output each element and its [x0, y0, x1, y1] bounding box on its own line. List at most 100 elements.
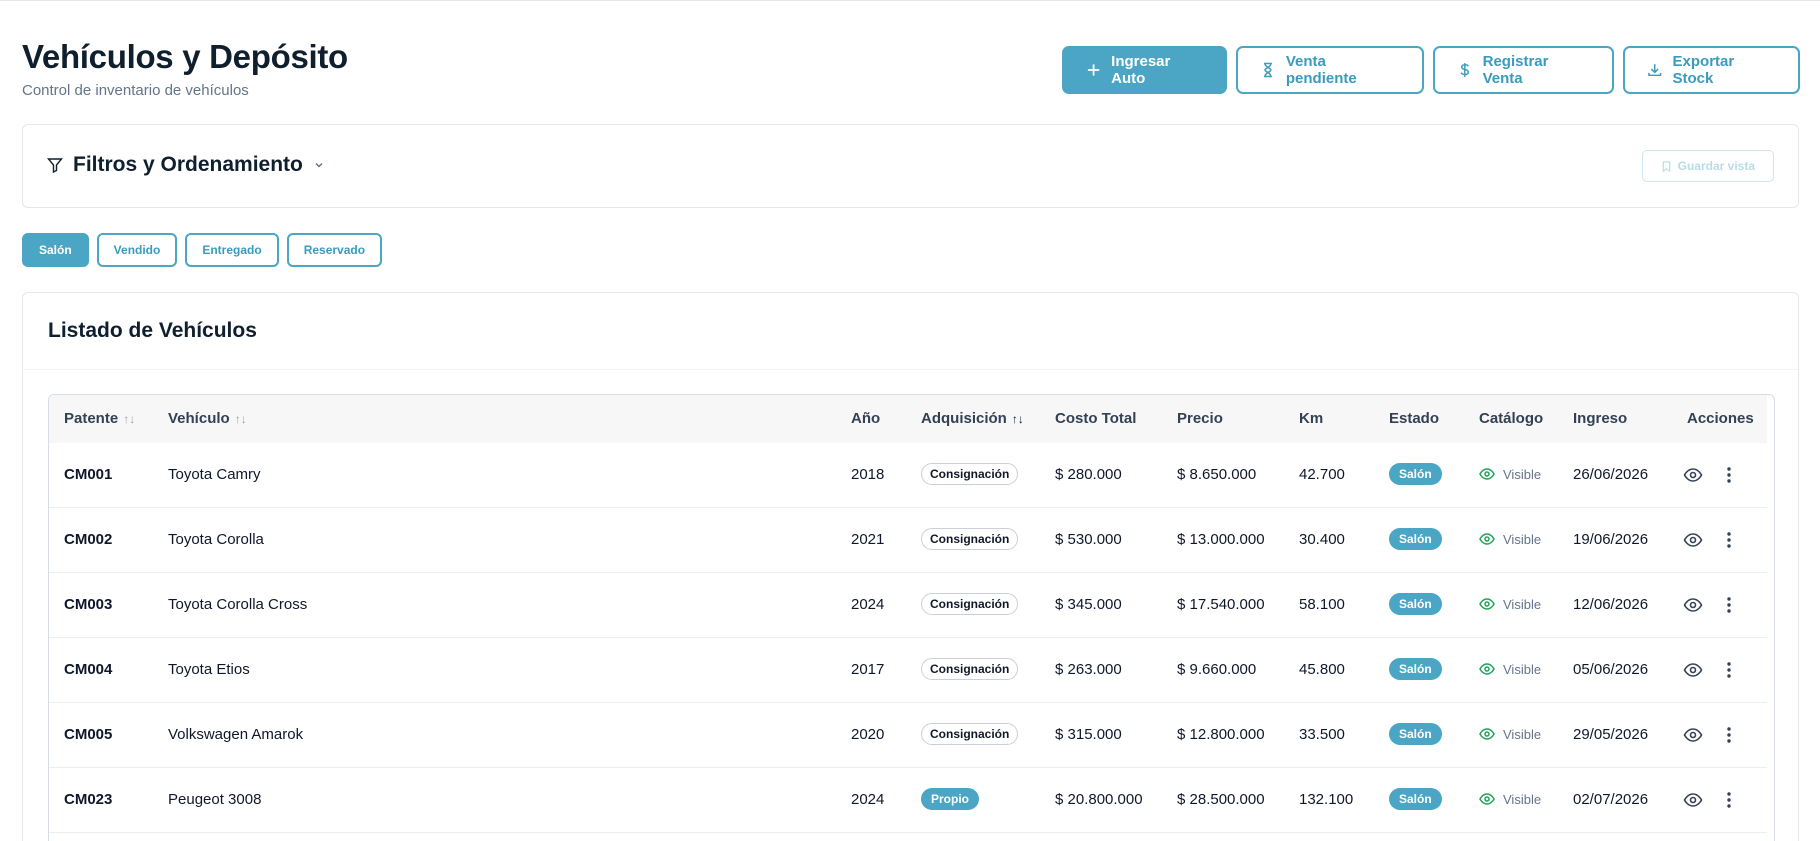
- cell-ingreso: 29/05/2026: [1573, 726, 1649, 743]
- more-vertical-icon[interactable]: [1719, 790, 1739, 810]
- more-vertical-icon[interactable]: [1719, 725, 1739, 745]
- col-vehiculo-label: Vehículo: [168, 410, 230, 427]
- tab-entregado[interactable]: Entregado: [185, 233, 279, 267]
- cell-patente: CM003: [64, 596, 113, 613]
- status-badge: Salón: [1389, 463, 1442, 485]
- adquisicion-badge: Consignación: [921, 463, 1019, 485]
- adquisicion-badge: Consignación: [921, 593, 1019, 615]
- cell-vehiculo: Toyota Corolla Cross: [168, 596, 308, 613]
- col-anio-label: Año: [851, 410, 881, 427]
- registrar-venta-button[interactable]: Registrar Venta: [1433, 46, 1614, 94]
- catalog-visibility-label: Visible: [1503, 726, 1542, 742]
- venta-pendiente-button[interactable]: Venta pendiente: [1236, 46, 1424, 94]
- cell-ingreso: 26/06/2026: [1573, 466, 1649, 483]
- cell-costo: $ 280.000: [1055, 466, 1122, 483]
- cell-ingreso: 05/06/2026: [1573, 661, 1649, 678]
- cell-km: 42.700: [1299, 466, 1345, 483]
- cell-vehiculo: Volkswagen Amarok: [168, 726, 304, 743]
- table-row[interactable]: CM002 Toyota Corolla 2021 Consignación $…: [49, 508, 1767, 573]
- catalog-visibility-label: Visible: [1503, 596, 1542, 612]
- catalog-visibility[interactable]: Visible: [1479, 661, 1541, 677]
- tab-salon[interactable]: Salón: [22, 233, 89, 267]
- cell-precio: $ 9.660.000: [1177, 661, 1257, 678]
- table-row[interactable]: CM004 Toyota Etios 2017 Consignación $ 2…: [49, 638, 1767, 703]
- col-estado-label: Estado: [1389, 410, 1440, 427]
- more-vertical-icon[interactable]: [1719, 530, 1739, 550]
- catalog-visibility-label: Visible: [1503, 791, 1542, 807]
- page-header: Vehículos y Depósito Control de inventar…: [22, 38, 348, 99]
- cell-anio: 2018: [851, 466, 885, 483]
- filters-toggle[interactable]: Filtros y Ordenamiento: [47, 153, 325, 177]
- cell-precio: $ 13.000.000: [1177, 531, 1265, 548]
- download-icon: [1648, 64, 1662, 77]
- table-row[interactable]: CM023 Peugeot 3008 2024 Propio $ 20.800.…: [49, 768, 1767, 833]
- col-precio: Precio: [1177, 410, 1223, 427]
- col-catalogo-label: Catálogo: [1479, 410, 1544, 427]
- table-row[interactable]: CM001 Toyota Camry 2018 Consignación $ 2…: [49, 443, 1767, 508]
- cell-precio: $ 8.650.000: [1177, 466, 1257, 483]
- ingresar-auto-label: Ingresar Auto: [1111, 53, 1171, 87]
- col-estado: Estado: [1389, 410, 1439, 427]
- list-title: Listado de Vehículos: [48, 319, 257, 342]
- status-tabs: Salón Vendido Entregado Reservado: [22, 233, 383, 267]
- eye-icon: [1479, 793, 1495, 805]
- cell-km: 58.100: [1299, 596, 1345, 613]
- venta-pendiente-label: Venta pendiente: [1285, 53, 1357, 87]
- ingresar-auto-button[interactable]: Ingresar Auto: [1062, 46, 1227, 94]
- more-vertical-icon[interactable]: [1719, 465, 1739, 485]
- eye-icon: [1479, 468, 1495, 480]
- col-vehiculo[interactable]: Vehículo ↑↓: [168, 410, 247, 427]
- cell-precio: $ 17.540.000: [1177, 596, 1265, 613]
- cell-vehiculo: Toyota Corolla: [168, 531, 264, 548]
- save-view-label: Guardar vista: [1677, 159, 1755, 173]
- catalog-visibility[interactable]: Visible: [1479, 531, 1541, 547]
- exportar-stock-button[interactable]: Exportar Stock: [1623, 46, 1800, 94]
- top-divider: [0, 0, 1820, 1]
- cell-anio: 2017: [851, 661, 885, 678]
- vehicle-list-card: Listado de Vehículos Patente ↑↓ Vehículo ↑…: [22, 292, 1799, 841]
- col-costo: Costo Total: [1055, 410, 1136, 427]
- view-eye-icon[interactable]: [1683, 595, 1703, 615]
- chevron-down-icon: [315, 162, 323, 168]
- table-row[interactable]: CM003 Toyota Corolla Cross 2024 Consigna…: [49, 573, 1767, 638]
- view-eye-icon[interactable]: [1683, 660, 1703, 680]
- vehicle-table: Patente ↑↓ Vehículo ↑↓ Año Adquisición ↑↓ C…: [48, 394, 1775, 841]
- dollar-icon: [1460, 63, 1470, 77]
- view-eye-icon[interactable]: [1683, 725, 1703, 745]
- filters-panel: Filtros y Ordenamiento Guardar vista: [22, 124, 1799, 208]
- view-eye-icon[interactable]: [1683, 530, 1703, 550]
- more-vertical-icon[interactable]: [1719, 595, 1739, 615]
- cell-precio: $ 12.800.000: [1177, 726, 1265, 743]
- catalog-visibility[interactable]: Visible: [1479, 466, 1541, 482]
- cell-ingreso: 12/06/2026: [1573, 596, 1649, 613]
- cell-km: 132.100: [1299, 791, 1354, 808]
- cell-costo: $ 530.000: [1055, 531, 1122, 548]
- cell-costo: $ 263.000: [1055, 661, 1122, 678]
- eye-icon: [1479, 728, 1495, 740]
- catalog-visibility[interactable]: Visible: [1479, 791, 1541, 807]
- sort-icon: ↑↓: [234, 411, 247, 426]
- col-adquisicion[interactable]: Adquisición ↑↓: [921, 410, 1024, 427]
- col-patente[interactable]: Patente ↑↓: [64, 410, 135, 427]
- cell-km: 30.400: [1299, 531, 1345, 548]
- adquisicion-badge: Propio: [921, 788, 979, 810]
- tab-reservado[interactable]: Reservado: [286, 233, 383, 267]
- col-acciones: Acciones: [1687, 410, 1754, 427]
- table-header: Patente ↑↓ Vehículo ↑↓ Año Adquisición ↑↓ C…: [49, 395, 1767, 443]
- view-eye-icon[interactable]: [1683, 790, 1703, 810]
- adquisicion-badge: Consignación: [921, 723, 1019, 745]
- catalog-visibility[interactable]: Visible: [1479, 726, 1541, 742]
- catalog-visibility[interactable]: Visible: [1479, 596, 1541, 612]
- header-actions: Ingresar Auto Venta pendiente Registrar …: [1062, 46, 1800, 94]
- cell-ingreso: 19/06/2026: [1573, 531, 1649, 548]
- cell-patente: CM005: [64, 726, 113, 743]
- tab-vendido[interactable]: Vendido: [96, 233, 178, 267]
- status-badge: Salón: [1389, 723, 1442, 745]
- more-vertical-icon[interactable]: [1719, 660, 1739, 680]
- eye-icon: [1479, 663, 1495, 675]
- status-badge: Salón: [1389, 528, 1442, 550]
- save-view-button[interactable]: Guardar vista: [1641, 150, 1774, 182]
- col-patente-label: Patente: [64, 410, 119, 427]
- view-eye-icon[interactable]: [1683, 465, 1703, 485]
- table-row[interactable]: CM005 Volkswagen Amarok 2020 Consignació…: [49, 703, 1767, 768]
